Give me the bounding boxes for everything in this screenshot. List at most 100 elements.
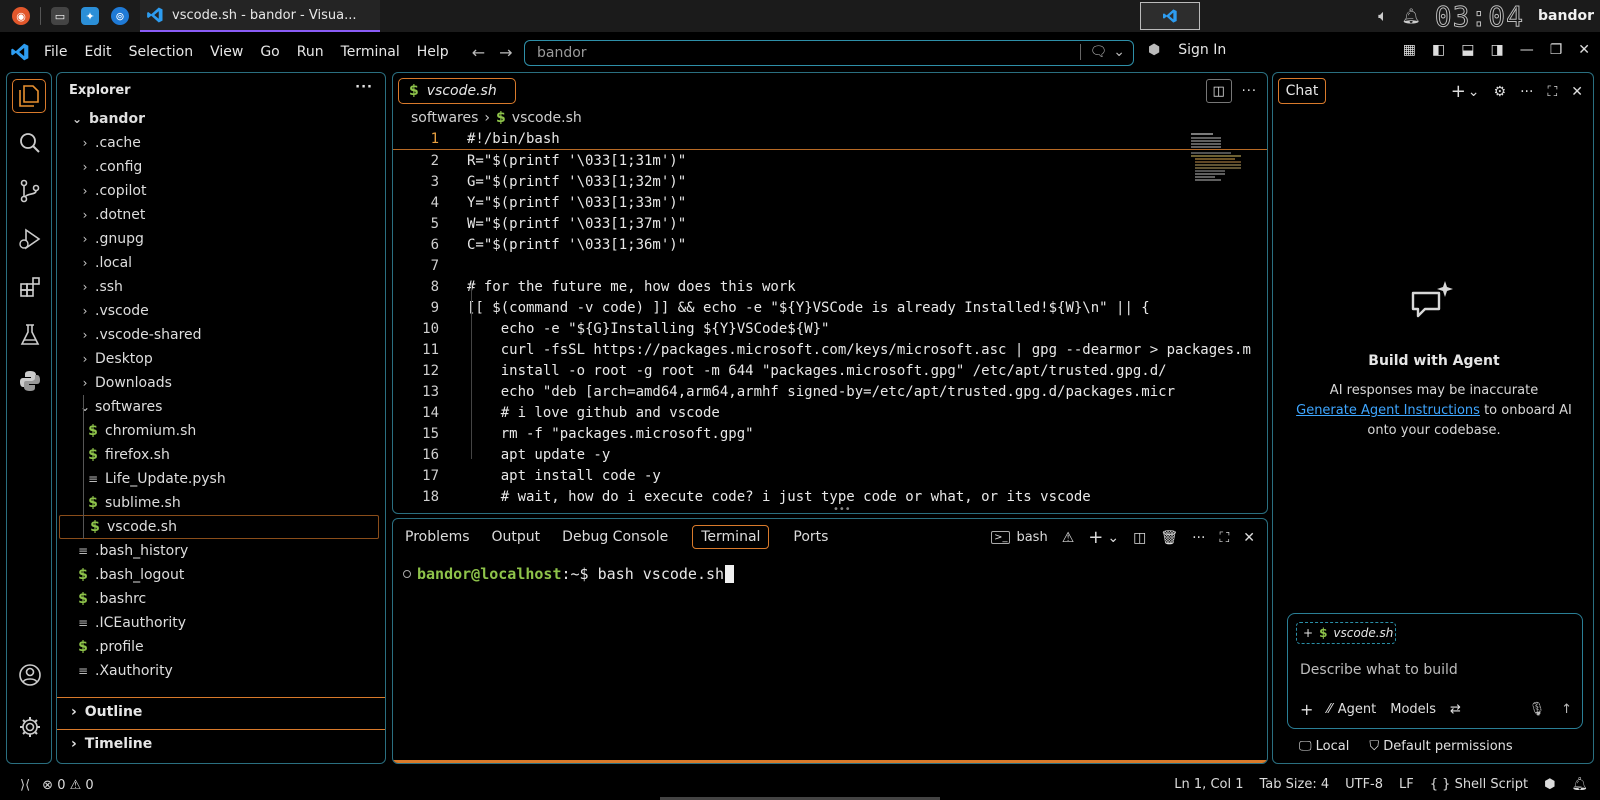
code-line[interactable]: 9 [[ $(command -v code) ]] && echo -e "${… — [393, 297, 1267, 318]
menu-view[interactable]: View — [210, 44, 243, 60]
chat-input[interactable]: Describe what to build — [1300, 662, 1458, 678]
tree-item-softwares[interactable]: ⌄ softwares — [57, 395, 385, 419]
code-line[interactable]: 14 # i love github and vscode — [393, 402, 1267, 423]
file-encoding[interactable]: UTF-8 — [1345, 777, 1383, 792]
language-mode[interactable]: { } Shell Script — [1430, 777, 1528, 792]
minimap[interactable] — [1191, 133, 1241, 183]
tree-item-iceauthority[interactable]: ≡ .ICEauthority — [57, 611, 385, 635]
tree-item-downloads[interactable]: › Downloads — [57, 371, 385, 395]
code-line[interactable]: 12 install -o root -g root -m 644 "packa… — [393, 360, 1267, 381]
menu-file[interactable]: File — [44, 44, 67, 60]
tree-item-dotnet[interactable]: › .dotnet — [57, 203, 385, 227]
code-line[interactable]: 15 rm -f "packages.microsoft.gpg" — [393, 423, 1267, 444]
tab-debug-console[interactable]: Debug Console — [562, 529, 668, 545]
new-terminal-icon[interactable]: + — [1088, 527, 1103, 548]
tab-output[interactable]: Output — [492, 529, 541, 545]
tree-item-life-update[interactable]: ≡ Life_Update.pysh — [57, 467, 385, 491]
account-icon[interactable] — [18, 663, 42, 687]
add-attachment-icon[interactable]: + — [1300, 700, 1313, 719]
toggle-primary-sidebar-icon[interactable]: ◧ — [1432, 42, 1445, 58]
bell-icon[interactable]: 🔔︎ — [1402, 7, 1421, 25]
tree-item-config[interactable]: › .config — [57, 155, 385, 179]
copilot-icon[interactable]: ⬢ — [1148, 42, 1160, 58]
warning-icon[interactable]: ⚠ — [1062, 530, 1075, 546]
code-line[interactable]: 10 echo -e "${G}Installing ${Y}VSCode${W… — [393, 318, 1267, 339]
back-arrow-icon[interactable]: ← — [472, 43, 485, 62]
generate-instructions-link[interactable]: Generate Agent Instructions — [1296, 403, 1480, 418]
volume-icon[interactable]: 🔈︎ — [1378, 6, 1388, 26]
maximize-icon[interactable]: ⛶ — [1547, 84, 1557, 100]
maximize-panel-icon[interactable]: ⛶ — [1219, 530, 1229, 546]
taskbar-vscode-window[interactable]: vscode.sh - bandor - Visua... — [140, 0, 380, 32]
more-actions-icon[interactable]: ··· — [1520, 84, 1533, 100]
explorer-icon[interactable] — [12, 79, 46, 113]
browser-app-icon[interactable]: ✦ — [81, 7, 99, 25]
tree-item-chromium-sh[interactable]: $ chromium.sh — [57, 419, 385, 443]
code-line[interactable]: 17 apt install code -y — [393, 465, 1267, 486]
tree-item-gnupg[interactable]: › .gnupg — [57, 227, 385, 251]
chevron-down-icon[interactable]: ⌄ — [1107, 530, 1119, 546]
code-line[interactable]: 13 echo "deb [arch=amd64,arm64,armhf sig… — [393, 381, 1267, 402]
ubuntu-logo-icon[interactable]: ◉ — [12, 7, 30, 25]
new-chat-icon[interactable]: + — [1451, 81, 1466, 102]
outline-section[interactable]: › Outline — [57, 697, 385, 725]
timeline-section[interactable]: › Timeline — [57, 729, 385, 757]
settings-app-icon[interactable]: ⊚ — [111, 7, 129, 25]
send-icon[interactable]: ↑ — [1561, 702, 1572, 717]
agent-mode-picker[interactable]: Agent — [1338, 702, 1376, 717]
terminal-app-icon[interactable]: ▭ — [51, 7, 69, 25]
menu-help[interactable]: Help — [417, 44, 449, 60]
copilot-chat-icon[interactable]: 🗨︎ — [1080, 44, 1107, 60]
tab-problems[interactable]: Problems — [405, 529, 470, 545]
forward-arrow-icon[interactable]: → — [499, 43, 512, 62]
code-line[interactable]: 18 # wait, how do i execute code? i just… — [393, 486, 1267, 507]
extensions-icon[interactable] — [18, 275, 42, 299]
code-line[interactable]: 16 apt update -y — [393, 444, 1267, 465]
run-debug-icon[interactable] — [18, 227, 42, 251]
terminal-shell-name[interactable]: bash — [1016, 530, 1047, 545]
local-session-picker[interactable]: 🖵︎ Local — [1299, 739, 1349, 754]
notifications-bell-icon[interactable]: 🔔︎ — [1571, 777, 1588, 792]
gear-icon[interactable]: ⚙ — [1494, 84, 1507, 100]
permissions-picker[interactable]: ⛉ Default permissions — [1369, 739, 1512, 754]
code-line[interactable]: 2 R="$(printf '\033[1;31m')" — [393, 150, 1267, 171]
remote-icon[interactable]: ⟩⟨ — [20, 778, 30, 793]
menu-terminal[interactable]: Terminal — [341, 44, 400, 60]
gear-icon[interactable] — [18, 715, 42, 739]
trash-icon[interactable]: 🗑︎ — [1160, 530, 1178, 546]
microphone-icon[interactable]: 🎙︎ — [1529, 702, 1546, 717]
tree-item-local[interactable]: › .local — [57, 251, 385, 275]
search-icon[interactable] — [18, 131, 42, 155]
tree-item-copilot[interactable]: › .copilot — [57, 179, 385, 203]
toggle-panel-icon[interactable]: ⬓ — [1461, 42, 1474, 58]
toggle-secondary-sidebar-icon[interactable]: ◨ — [1490, 42, 1503, 58]
close-panel-icon[interactable]: ✕ — [1243, 530, 1255, 546]
more-actions-icon[interactable]: ··· — [1192, 530, 1205, 546]
breadcrumb-folder[interactable]: softwares — [411, 110, 478, 126]
tree-item-bash-history[interactable]: ≡ .bash_history — [57, 539, 385, 563]
split-editor-icon[interactable]: ◫ — [1205, 79, 1232, 103]
chevron-down-icon[interactable]: ⌄ — [1468, 84, 1480, 100]
tree-item-vscode[interactable]: › .vscode — [57, 299, 385, 323]
menu-edit[interactable]: Edit — [84, 44, 111, 60]
code-line[interactable]: 7 — [393, 255, 1267, 276]
problems-status[interactable]: ⊗ 0 ⚠ 0 — [42, 778, 94, 793]
restore-icon[interactable]: ❐ — [1550, 42, 1563, 58]
command-center[interactable]: bandor 🗨︎ ⌄ — [524, 40, 1134, 66]
tree-item-firefox-sh[interactable]: $ firefox.sh — [57, 443, 385, 467]
tree-item-bash-logout[interactable]: $ .bash_logout — [57, 563, 385, 587]
split-terminal-icon[interactable]: ◫ — [1133, 530, 1146, 546]
copilot-status-icon[interactable]: ⬢ — [1544, 777, 1555, 792]
tree-item-ssh[interactable]: › .ssh — [57, 275, 385, 299]
window-preview-thumbnail[interactable] — [1140, 2, 1200, 30]
code-line[interactable]: 4 Y="$(printf '\033[1;33m')" — [393, 192, 1267, 213]
menu-selection[interactable]: Selection — [129, 44, 194, 60]
testing-flask-icon[interactable] — [18, 323, 42, 347]
tab-size[interactable]: Tab Size: 4 — [1260, 777, 1330, 792]
customize-layout-icon[interactable]: ▦ — [1403, 42, 1416, 58]
system-user[interactable]: bandor — [1538, 8, 1594, 24]
tools-icon[interactable]: ⇄ — [1450, 702, 1461, 717]
more-actions-icon[interactable]: ··· — [1242, 84, 1257, 99]
tab-terminal[interactable]: Terminal — [692, 525, 770, 549]
sash-handle[interactable]: ••• — [833, 504, 851, 513]
